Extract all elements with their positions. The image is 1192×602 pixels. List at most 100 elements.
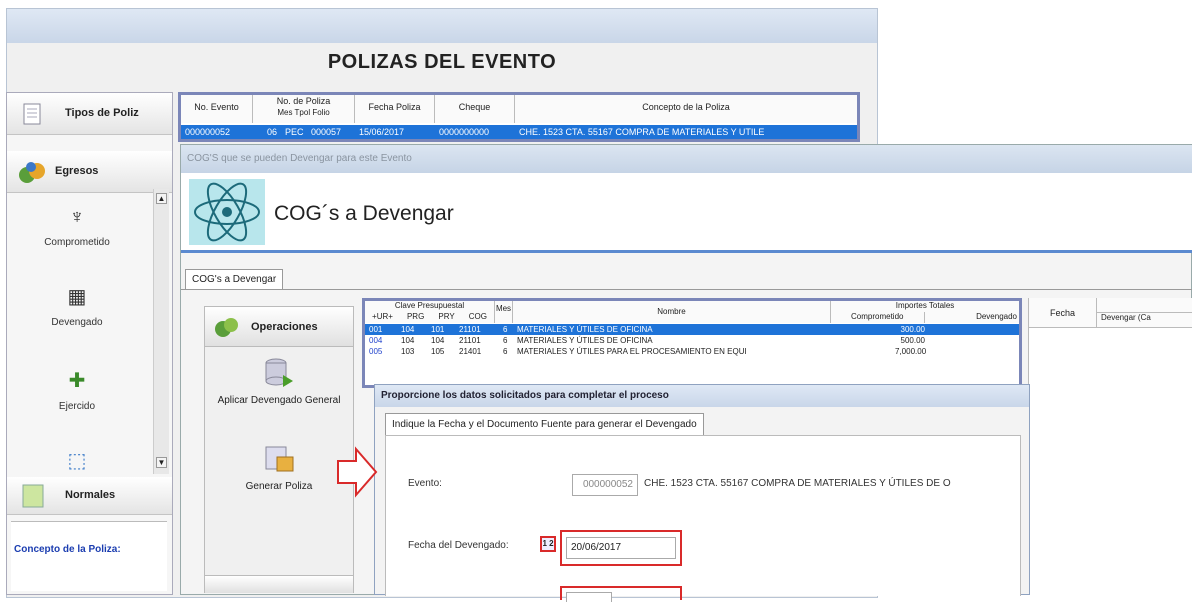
- comprometido-icon: ♆: [69, 206, 85, 228]
- col-cheque[interactable]: Cheque: [435, 95, 515, 123]
- fecha-devengado-field[interactable]: 20/06/2017: [566, 537, 676, 559]
- cell-ur: 004: [369, 336, 383, 345]
- dialog-title[interactable]: Proporcione los datos solicitados para c…: [375, 385, 1029, 407]
- tab-divider: [181, 289, 1192, 290]
- evento-label: Evento:: [408, 478, 442, 489]
- scroll-down-icon[interactable]: ▼: [156, 457, 167, 468]
- cell-comprometido: 500.00: [900, 336, 925, 345]
- col-clave-presupuestal[interactable]: Clave Presupuestal +UR+ PRG PRY COG: [365, 301, 495, 323]
- cell-folio: 000057: [311, 127, 342, 137]
- pagado-icon: ⬚: [67, 450, 87, 472]
- sidebar-item-devengado[interactable]: ▦ Devengado: [7, 285, 147, 328]
- cogs-titlebar[interactable]: COG'S que se pueden Devengar para este E…: [181, 145, 1192, 173]
- operaciones-panel: Operaciones Aplicar Devengado General Ge…: [204, 306, 354, 593]
- col-folio-label: Folio: [312, 108, 330, 117]
- cell-comprometido: 300.00: [900, 325, 925, 334]
- egresos-label: Egresos: [55, 165, 99, 177]
- col-devengar[interactable]: Devengar (Ca: [1097, 298, 1192, 328]
- fecha-highlight: 20/06/2017: [560, 530, 682, 566]
- egresos-icon: [19, 162, 45, 183]
- cogs-tabstrip: COG's a Devengar: [181, 263, 1192, 293]
- scroll-up-icon[interactable]: ▲: [156, 193, 167, 204]
- normales-icon: [22, 484, 44, 508]
- cell-prg: 103: [401, 347, 415, 356]
- operaciones-label: Operaciones: [251, 321, 318, 333]
- red-arrow-icon: [337, 446, 378, 498]
- col-no-poliza[interactable]: No. de Poliza Mes Tpol Folio: [253, 95, 355, 123]
- col-concepto[interactable]: Concepto de la Poliza: [515, 95, 857, 123]
- sidebar-item-label: Devengado: [51, 317, 103, 328]
- normales-label: Normales: [65, 489, 116, 501]
- tab-cogs-devengar[interactable]: COG's a Devengar: [185, 269, 284, 289]
- col-no-poliza-subheaders: Mes Tpol Folio: [253, 107, 354, 119]
- polizas-titlebar[interactable]: [7, 9, 877, 43]
- operaciones-header[interactable]: Operaciones: [205, 307, 353, 347]
- cell-mes: 6: [503, 347, 508, 356]
- col-fecha-poliza[interactable]: Fecha Poliza: [355, 95, 435, 123]
- col-no-poliza-label: No. de Poliza: [276, 96, 331, 106]
- ejercido-icon: ✚: [68, 370, 86, 392]
- cell-fecha: 15/06/2017: [359, 127, 405, 137]
- tipos-poliza-label: Tipos de Poliz: [65, 107, 139, 119]
- table-row[interactable]: 000000052 06 PEC 000057 15/06/2017 00000…: [181, 125, 857, 139]
- sidebar-item-label: Ejercido: [58, 401, 96, 412]
- aplicar-devengado-label: Aplicar Devengado General: [217, 395, 341, 406]
- cell-tpol: PEC: [285, 127, 304, 137]
- evento-description: CHE. 1523 CTA. 55167 COMPRA DE MATERIALE…: [644, 478, 951, 489]
- cogs-grid: Clave Presupuestal +UR+ PRG PRY COG Mes …: [362, 298, 1022, 388]
- col-comprometido-label: Comprometido: [831, 312, 925, 323]
- sidebar-scrollbar[interactable]: ▲ ▼: [153, 189, 169, 474]
- col-importes-totales[interactable]: Importes Totales Comprometido Devengado: [831, 301, 1019, 323]
- devengado-icon: ▦: [67, 286, 87, 308]
- documento-highlight: [560, 586, 682, 602]
- cell-pry: 105: [431, 347, 445, 356]
- fecha-devengado-label: Fecha del Devengado:: [408, 540, 509, 551]
- atom-logo-icon: [189, 179, 265, 245]
- cell-pry: 104: [431, 336, 445, 345]
- table-row[interactable]: 005 103 105 21401 6 MATERIALES Y ÚTILES …: [365, 346, 1019, 357]
- cell-concepto: CHE. 1523 CTA. 55167 COMPRA DE MATERIALE…: [519, 127, 765, 137]
- cell-mes: 6: [503, 325, 508, 334]
- col-no-evento[interactable]: No. Evento: [181, 95, 253, 123]
- evento-field[interactable]: 000000052: [572, 474, 638, 496]
- sidebar-item-label: Comprometido: [44, 237, 110, 248]
- col-importes-label: Importes Totales: [895, 301, 955, 310]
- cell-nombre: MATERIALES Y ÚTILES PARA EL PROCESAMIENT…: [517, 347, 747, 356]
- proceso-dialog: Proporcione los datos solicitados para c…: [374, 384, 1030, 602]
- col-nombre[interactable]: Nombre: [513, 301, 831, 323]
- sidebar-item-ejercido[interactable]: ✚ Ejercido: [7, 369, 147, 412]
- cell-cog: 21101: [459, 336, 481, 345]
- cell-ur: 001: [369, 325, 383, 334]
- cell-mes: 6: [503, 336, 508, 345]
- calendar-icon[interactable]: 1 2: [540, 536, 556, 552]
- col-pry-label: PRY: [438, 312, 455, 321]
- cell-nombre: MATERIALES Y ÚTILES DE OFICINA: [517, 336, 653, 345]
- table-row[interactable]: 004 104 104 21101 6 MATERIALES Y ÚTILES …: [365, 335, 1019, 346]
- cell-nombre: MATERIALES Y ÚTILES DE OFICINA: [517, 325, 653, 334]
- cell-prg: 104: [401, 336, 415, 345]
- aplicar-devengado-button[interactable]: Aplicar Devengado General: [205, 357, 353, 427]
- col-importes-subheaders: Comprometido Devengado: [831, 312, 1019, 323]
- cell-cog: 21101: [459, 325, 481, 334]
- normales-header[interactable]: Normales: [7, 477, 172, 515]
- cell-ur: 005: [369, 347, 383, 356]
- tab-indique-fecha[interactable]: Indique la Fecha y el Documento Fuente p…: [385, 413, 704, 435]
- col-fecha[interactable]: Fecha: [1029, 298, 1097, 328]
- document-icon: [23, 103, 41, 125]
- tipos-poliza-header[interactable]: Tipos de Poliz: [7, 93, 172, 135]
- dialog-body: Evento: 000000052 CHE. 1523 CTA. 55167 C…: [385, 435, 1021, 602]
- cell-mes: 06: [267, 127, 278, 137]
- col-mes[interactable]: Mes: [495, 301, 513, 323]
- cell-no-evento: 000000052: [185, 127, 231, 137]
- col-tpol-label: Tpol: [294, 108, 311, 117]
- documento-field[interactable]: [566, 592, 612, 602]
- egresos-header[interactable]: Egresos: [7, 151, 172, 193]
- col-clave-subheaders: +UR+ PRG PRY COG: [365, 312, 494, 323]
- col-cog-label: COG: [468, 312, 487, 321]
- cell-comprometido: 7,000.00: [895, 347, 927, 356]
- sidebar-item-comprometido[interactable]: ♆ Comprometido: [7, 205, 147, 248]
- operaciones-next-section[interactable]: [205, 575, 353, 593]
- operaciones-icon: [215, 318, 238, 337]
- table-row[interactable]: 001 104 101 21101 6 MATERIALES Y ÚTILES …: [365, 324, 1019, 335]
- generar-poliza-button[interactable]: Generar Poliza: [205, 443, 353, 513]
